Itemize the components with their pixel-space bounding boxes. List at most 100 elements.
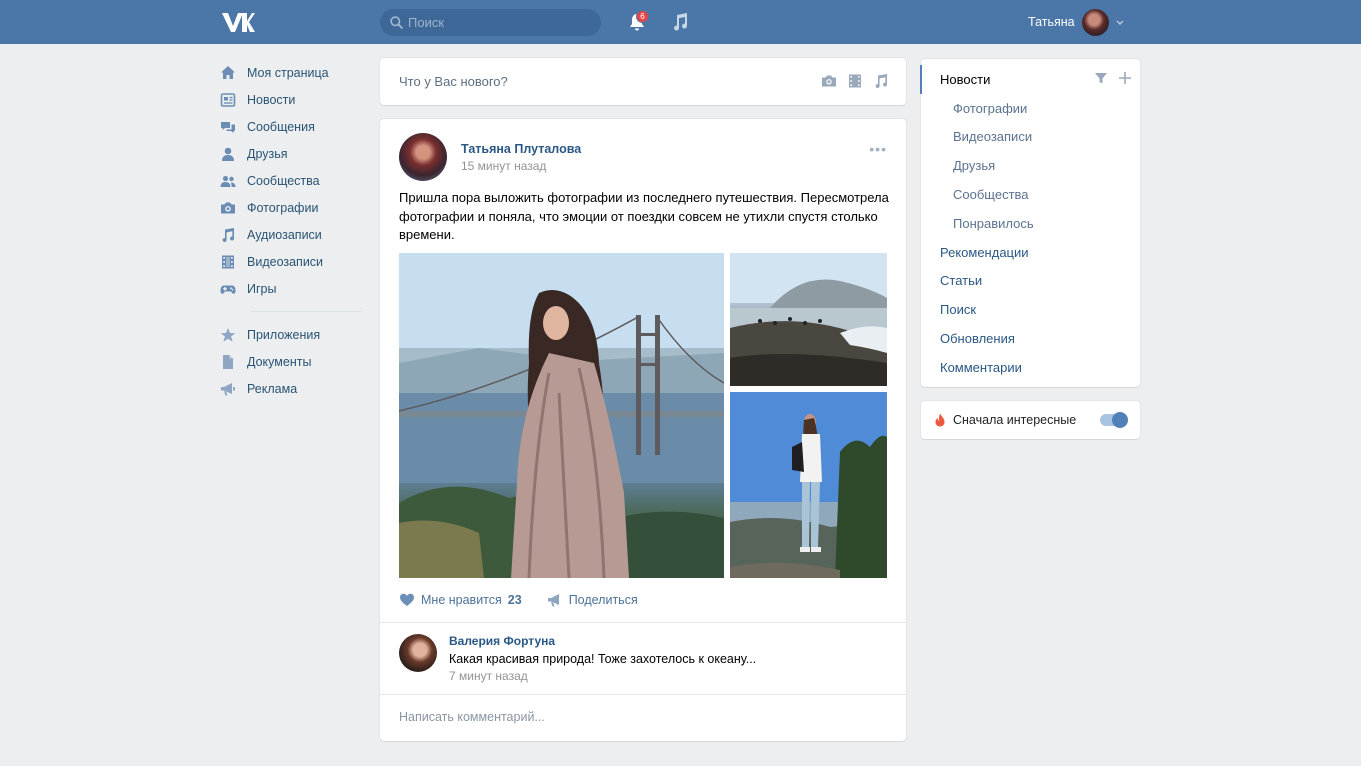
filter-icon[interactable] <box>1094 71 1108 85</box>
nav-item-label: Новости <box>247 92 296 107</box>
post-composer[interactable]: Что у Вас нового? <box>380 58 906 105</box>
flame-icon <box>935 413 945 427</box>
hiker-scene <box>730 392 887 578</box>
filter-updates[interactable]: Обновления <box>921 324 1140 353</box>
star-icon <box>220 327 236 342</box>
camera-icon <box>221 202 235 213</box>
chevron-down-icon[interactable] <box>1115 17 1125 27</box>
nav-item-documents[interactable]: Документы <box>220 348 362 375</box>
filter-liked[interactable]: Понравилось <box>921 209 1140 238</box>
filter-photos[interactable]: Фотографии <box>921 94 1140 123</box>
share-label: Поделиться <box>568 593 638 607</box>
megaphone-icon <box>547 594 559 607</box>
notification-badge: 6 <box>636 10 649 23</box>
post-time[interactable]: 15 минут назад <box>461 159 546 173</box>
filter-tools <box>1094 71 1132 85</box>
communities-icon <box>220 175 236 187</box>
nav-item-communities[interactable]: Сообщества <box>220 167 362 194</box>
document-icon <box>223 354 233 369</box>
megaphone-icon <box>221 382 235 395</box>
music-icon[interactable] <box>873 73 889 89</box>
nav-item-label: Видеозаписи <box>247 254 324 269</box>
comment-time[interactable]: 7 минут назад <box>449 669 528 683</box>
nav-item-messages[interactable]: Сообщения <box>220 113 362 140</box>
camera-icon[interactable] <box>821 73 837 89</box>
search-icon <box>390 16 403 29</box>
vk-logo[interactable] <box>221 11 255 33</box>
filter-communities[interactable]: Сообщества <box>921 180 1140 209</box>
filter-label: Обновления <box>940 331 1015 347</box>
nav-item-label: Игры <box>247 281 277 296</box>
filter-label: Рекомендации <box>940 244 1029 260</box>
filter-label: Статьи <box>940 273 983 289</box>
seals-scene <box>730 253 887 386</box>
filter-comments[interactable]: Комментарии <box>921 353 1140 382</box>
music-icon[interactable] <box>671 12 689 32</box>
post-card: Татьяна Плуталова 15 минут назад ••• При… <box>380 119 906 741</box>
filter-search[interactable]: Поиск <box>921 295 1140 324</box>
left-nav: Моя страница Новости Сообщения Друзья Со… <box>220 59 362 402</box>
like-count: 23 <box>507 593 522 607</box>
filter-label: Новости <box>940 71 991 87</box>
author-avatar[interactable] <box>399 133 447 181</box>
nav-item-label: Друзья <box>247 146 288 161</box>
post-actions: Мне нравится 23 Поделиться <box>399 592 663 608</box>
nav-item-label: Фотографии <box>247 200 319 215</box>
video-icon <box>222 255 234 268</box>
nav-item-friends[interactable]: Друзья <box>220 140 362 167</box>
comment-author[interactable]: Валерия Фортуна <box>449 634 555 648</box>
post-photo-seals[interactable] <box>730 253 887 386</box>
composer-placeholder[interactable]: Что у Вас нового? <box>399 74 508 89</box>
nav-item-label: Моя страница <box>247 65 329 80</box>
interesting-first-label: Сначала интересные <box>953 413 1077 427</box>
filter-label: Друзья <box>953 158 996 174</box>
nav-item-news[interactable]: Новости <box>220 86 362 113</box>
user-name[interactable]: Татьяна <box>1028 15 1075 29</box>
interesting-first-toggle[interactable] <box>1100 412 1128 428</box>
gamepad-icon <box>220 285 236 294</box>
post-photo-hiker[interactable] <box>730 392 887 578</box>
comments-divider <box>380 622 906 623</box>
nav-item-label: Аудиозаписи <box>247 227 322 242</box>
commenter-avatar[interactable] <box>399 634 437 672</box>
like-button[interactable]: Мне нравится 23 <box>399 592 522 608</box>
nav-item-label: Сообщества <box>247 173 320 188</box>
filter-news[interactable]: Новости <box>920 65 1140 94</box>
nav-item-audio[interactable]: Аудиозаписи <box>220 221 362 248</box>
nav-item-games[interactable]: Игры <box>220 275 362 302</box>
top-bar: 6 Татьяна <box>0 0 1361 44</box>
user-avatar[interactable] <box>1082 9 1109 36</box>
filter-label: Сообщества <box>953 187 1029 203</box>
filter-label: Понравилось <box>953 215 1034 231</box>
post-text: Пришла пора выложить фотографии из после… <box>399 190 889 242</box>
nav-item-label: Документы <box>247 354 312 369</box>
search-box[interactable] <box>380 9 601 36</box>
video-icon[interactable] <box>847 73 863 89</box>
post-author[interactable]: Татьяна Плуталова <box>461 142 581 156</box>
post-photo-main[interactable] <box>399 253 724 578</box>
filter-label: Комментарии <box>940 359 1022 375</box>
nav-item-ads[interactable]: Реклама <box>220 375 362 402</box>
like-label: Мне нравится <box>421 593 502 607</box>
search-input[interactable] <box>408 15 598 30</box>
filter-label: Поиск <box>940 302 977 318</box>
filter-friends[interactable]: Друзья <box>921 151 1140 180</box>
nav-item-label: Приложения <box>247 327 321 342</box>
nav-item-label: Реклама <box>247 381 298 396</box>
plus-icon[interactable] <box>1118 71 1132 85</box>
comment-input-divider <box>380 694 906 695</box>
comment-input[interactable] <box>399 710 879 724</box>
nav-item-apps[interactable]: Приложения <box>220 321 362 348</box>
share-button[interactable]: Поделиться <box>547 592 638 608</box>
heart-icon <box>400 593 414 606</box>
nav-item-my-page[interactable]: Моя страница <box>220 59 362 86</box>
more-options-icon[interactable]: ••• <box>869 141 887 157</box>
filter-articles[interactable]: Статьи <box>921 267 1140 296</box>
nav-item-photos[interactable]: Фотографии <box>220 194 362 221</box>
filter-videos[interactable]: Видеозаписи <box>921 123 1140 152</box>
nav-item-video[interactable]: Видеозаписи <box>220 248 362 275</box>
news-icon <box>220 92 236 107</box>
nav-divider <box>250 311 362 312</box>
filter-recommendations[interactable]: Рекомендации <box>921 238 1140 267</box>
friends-icon <box>222 147 234 161</box>
